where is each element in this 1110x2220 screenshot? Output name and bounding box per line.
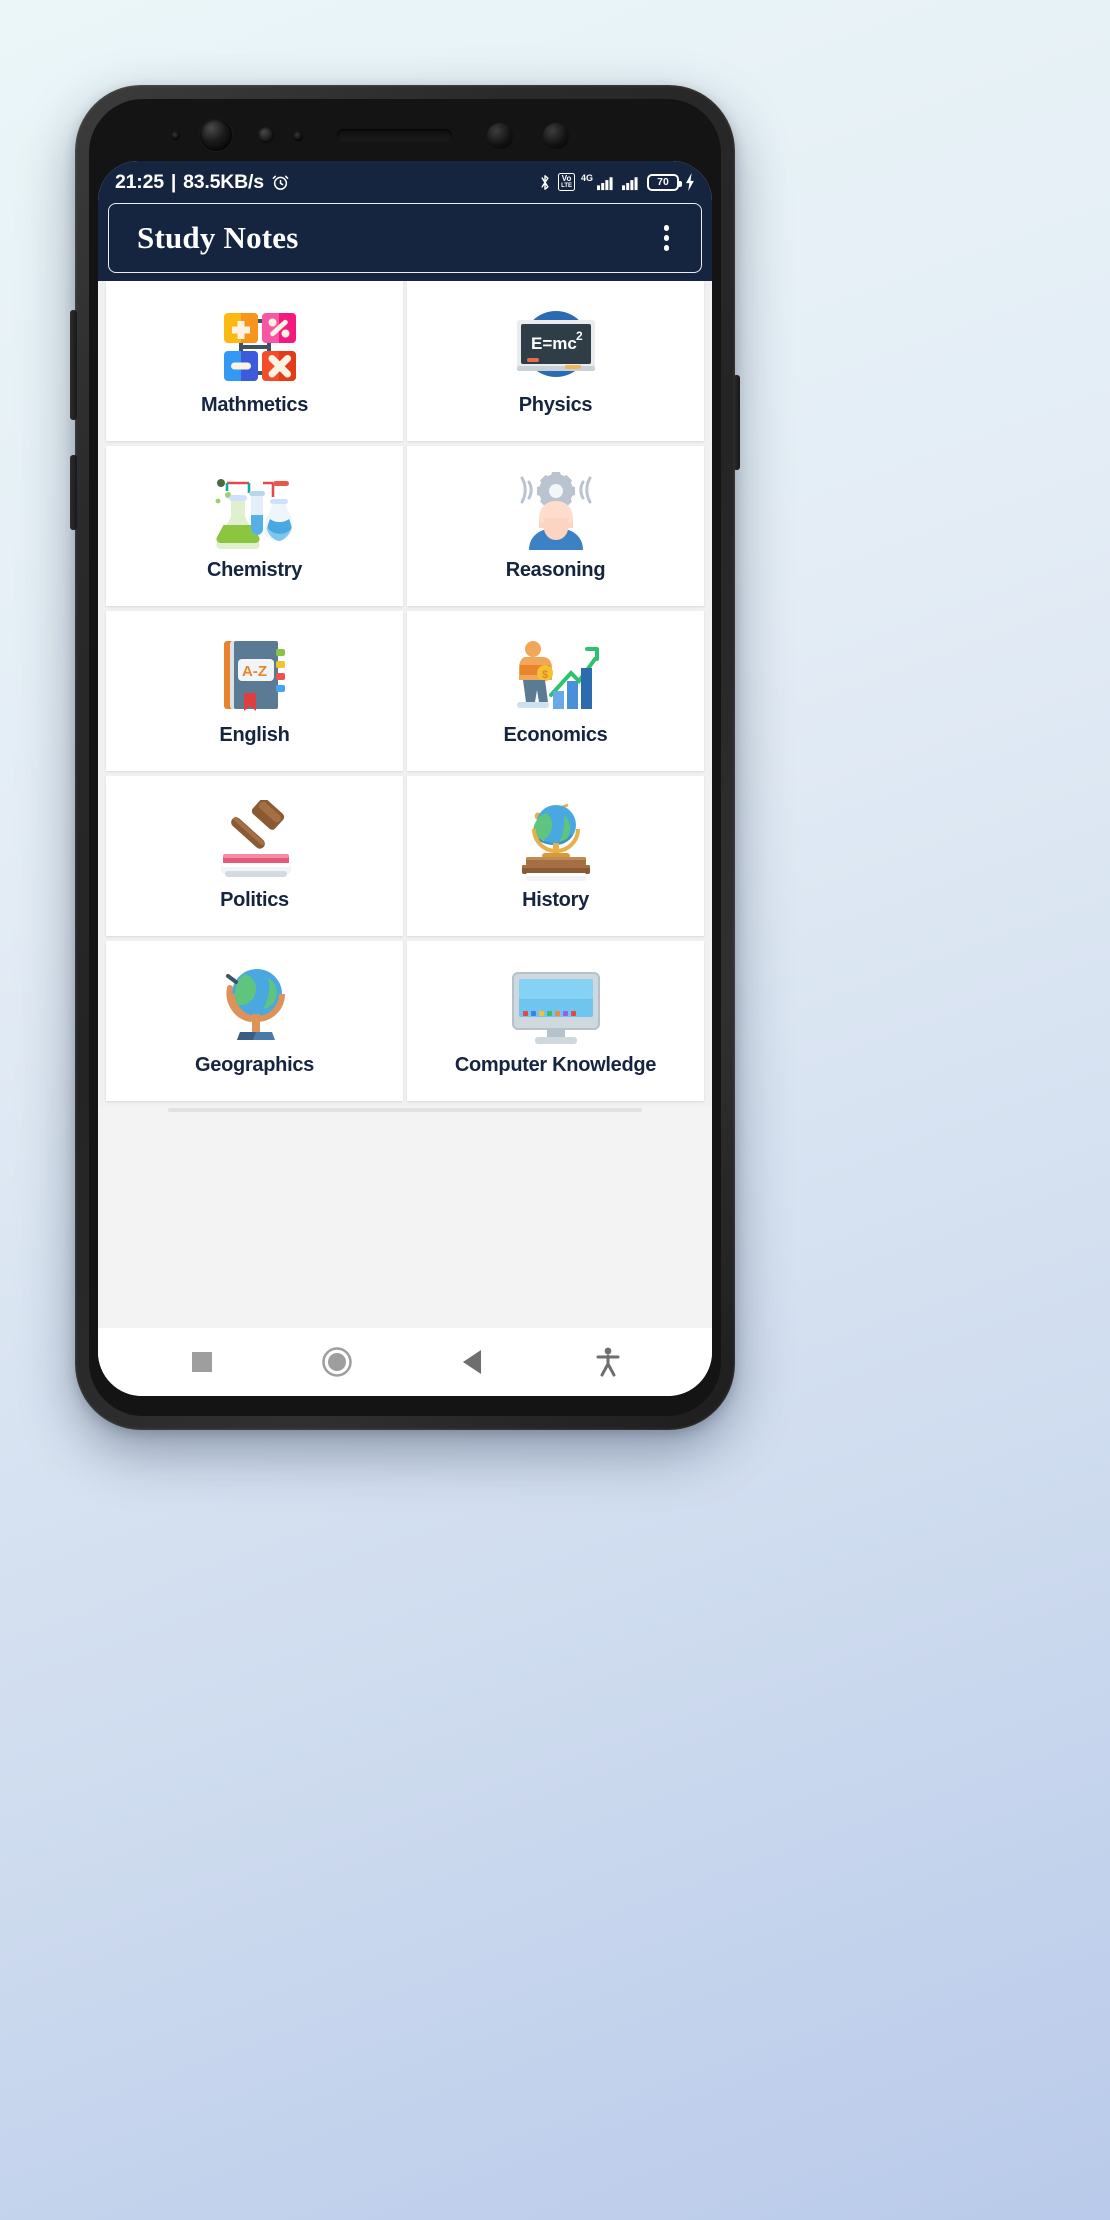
volte-label: Vo: [561, 174, 572, 183]
subject-card-mathmetics[interactable]: Mathmetics: [106, 281, 403, 441]
overflow-menu-icon[interactable]: [654, 217, 680, 259]
reasoning-head-gear-icon: [503, 471, 608, 553]
subject-card-english[interactable]: A-Z English: [106, 611, 403, 771]
system-navigation-bar: [98, 1328, 712, 1396]
economics-growth-chart-icon: $: [503, 636, 608, 718]
status-separator: |: [170, 170, 177, 193]
app-bar: Study Notes: [98, 203, 712, 281]
subject-card-computer-knowledge[interactable]: Computer Knowledge: [407, 941, 704, 1101]
subject-label: Physics: [518, 393, 593, 416]
recents-button[interactable]: [172, 1332, 232, 1392]
subject-label: Economics: [503, 723, 608, 746]
subject-label: History: [522, 888, 589, 911]
charging-bolt-icon: [686, 173, 694, 191]
bluetooth-icon: [541, 174, 549, 190]
subject-card-chemistry[interactable]: Chemistry: [106, 446, 403, 606]
status-bar-right: Vo LTE 4G 70: [538, 173, 696, 192]
signal-bars-sim1-icon: [597, 176, 613, 190]
subject-card-physics[interactable]: E=mc 2 Physics: [407, 281, 704, 441]
alarm-clock-icon: [272, 175, 289, 190]
computer-monitor-icon: [503, 966, 608, 1048]
triangle-left-icon: [462, 1350, 481, 1374]
subject-grid: Mathmetics E=mc 2 Physics Chemistry Reas…: [98, 281, 712, 1106]
back-button[interactable]: [443, 1332, 503, 1392]
status-network-speed: 83.5KB/s: [183, 170, 264, 193]
accessibility-button[interactable]: [578, 1332, 638, 1392]
status-bar-left: 21:25 | 83.5KB/s: [115, 171, 290, 194]
subject-label: Chemistry: [206, 558, 303, 581]
signal-bars-sim2-icon: [622, 176, 638, 190]
home-button[interactable]: [307, 1332, 367, 1392]
accessibility-icon: [596, 1347, 620, 1377]
physics-blackboard-icon: E=mc 2: [503, 306, 608, 388]
status-time: 21:25: [115, 170, 164, 193]
status-bar: 21:25 | 83.5KB/s Vo LTE 4G 70: [98, 161, 712, 203]
subject-card-politics[interactable]: Politics: [106, 776, 403, 936]
subject-card-geographics[interactable]: Geographics: [106, 941, 403, 1101]
svg-text:2: 2: [576, 329, 583, 343]
circle-icon: [322, 1347, 352, 1377]
politics-gavel-icon: [202, 799, 307, 883]
english-dictionary-book-icon: A-Z: [202, 636, 307, 718]
battery-percent-label: 70: [657, 176, 669, 188]
app-bar-inner: Study Notes: [108, 203, 702, 273]
page-title: Study Notes: [137, 220, 299, 255]
light-sensor-icon: [258, 127, 274, 143]
subject-label: Mathmetics: [200, 393, 309, 416]
network-type-label: 4G: [580, 173, 593, 183]
volume-button[interactable]: [70, 310, 77, 420]
svg-text:$: $: [542, 669, 548, 681]
battery-indicator: 70: [647, 173, 682, 191]
svg-text:A-Z: A-Z: [242, 663, 267, 680]
subject-label: Computer Knowledge: [454, 1053, 657, 1076]
secondary-camera-icon: [487, 123, 513, 149]
sensor-cluster: [75, 117, 735, 151]
phone-device-frame: 21:25 | 83.5KB/s Vo LTE 4G 70 Study Note…: [70, 85, 740, 1430]
front-camera-icon: [200, 119, 232, 151]
tertiary-camera-icon: [543, 123, 569, 149]
power-button[interactable]: [70, 455, 77, 530]
side-button[interactable]: [733, 375, 740, 470]
subject-card-economics[interactable]: $ Economics: [407, 611, 704, 771]
volte-icon: Vo LTE: [558, 173, 575, 191]
mathematics-icon: [202, 306, 307, 388]
subject-card-reasoning[interactable]: Reasoning: [407, 446, 704, 606]
subject-card-history[interactable]: History: [407, 776, 704, 936]
phone-screen: 21:25 | 83.5KB/s Vo LTE 4G 70 Study Note…: [98, 161, 712, 1396]
proximity-sensor-icon: [171, 131, 180, 140]
svg-text:E=mc: E=mc: [531, 334, 577, 353]
chemistry-flasks-icon: [202, 471, 307, 553]
subject-label: Politics: [220, 888, 289, 911]
volte-sub-label: LTE: [561, 183, 572, 189]
geographics-globe-icon: [202, 966, 307, 1048]
subject-grid-container[interactable]: Mathmetics E=mc 2 Physics Chemistry Reas…: [98, 281, 712, 1328]
earpiece-speaker: [337, 129, 452, 142]
ir-sensor-icon: [293, 131, 303, 141]
subject-label: Reasoning: [505, 558, 606, 581]
subject-label: Geographics: [195, 1053, 314, 1076]
list-scroll-indicator[interactable]: [168, 1108, 642, 1112]
square-icon: [191, 1352, 212, 1372]
history-globe-books-icon: [503, 801, 608, 883]
subject-label: English: [219, 723, 290, 746]
